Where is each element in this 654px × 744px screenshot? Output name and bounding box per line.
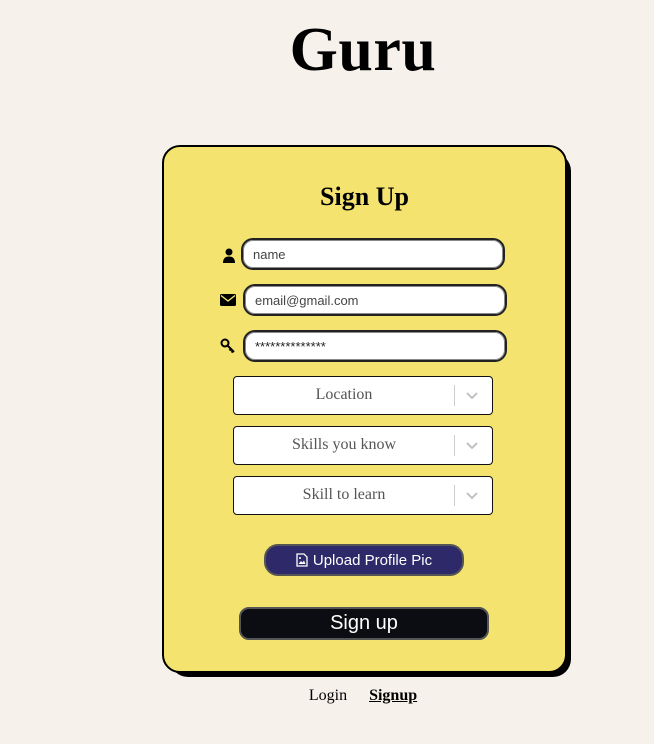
upload-button-label: Upload Profile Pic (312, 551, 433, 569)
chevron-down-icon[interactable] (464, 487, 480, 503)
login-link[interactable]: Login (309, 687, 347, 704)
app-title: Guru (289, 16, 437, 84)
chevron-down-icon[interactable] (464, 387, 480, 403)
skills-known-select-value: Skills you know (291, 436, 396, 453)
select-separator (454, 385, 455, 406)
bottom-nav: Login Signup (0, 686, 654, 706)
key-icon (219, 337, 237, 355)
image-file-icon (296, 553, 308, 567)
user-icon (220, 246, 238, 264)
signup-title: Sign Up (320, 182, 409, 211)
select-separator (454, 435, 455, 456)
sign-up-button[interactable]: Sign up (239, 607, 489, 640)
password-input[interactable] (243, 330, 507, 362)
email-input[interactable] (243, 284, 507, 316)
name-input[interactable] (241, 238, 505, 270)
skill-to-learn-select[interactable]: Skill to learn (233, 476, 493, 515)
signup-card: Sign Up Location Skills you know Skill t… (162, 145, 567, 673)
location-select-value: Location (315, 386, 373, 403)
upload-profile-pic-button[interactable]: Upload Profile Pic (264, 544, 464, 576)
skill-to-learn-select-value: Skill to learn (302, 486, 386, 503)
envelope-icon (219, 291, 237, 309)
skills-known-select[interactable]: Skills you know (233, 426, 493, 465)
select-separator (454, 485, 455, 506)
signup-link[interactable]: Signup (369, 687, 417, 704)
location-select[interactable]: Location (233, 376, 493, 415)
chevron-down-icon[interactable] (464, 437, 480, 453)
sign-up-button-label: Sign up (330, 612, 398, 634)
